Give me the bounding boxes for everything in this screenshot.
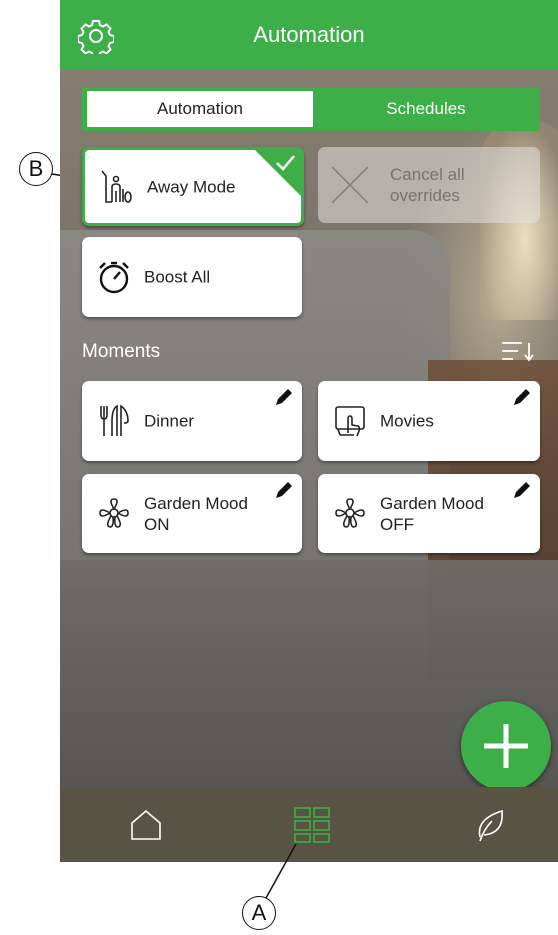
boost-all-label: Boost All — [144, 267, 211, 287]
callout-a: A — [242, 896, 276, 930]
plus-icon — [484, 724, 528, 768]
leaf-icon[interactable] — [470, 805, 510, 845]
flower-icon — [335, 497, 365, 528]
cancel-overrides-label: Cancel all overrides — [390, 164, 465, 205]
callout-b: B — [19, 152, 53, 186]
app-screen: Automation Automation Schedules Away Mod… — [60, 0, 558, 862]
moment-dinner-card[interactable]: Dinner — [82, 381, 302, 461]
app-header: Automation — [60, 0, 558, 70]
flower-icon — [99, 497, 129, 528]
screen-touch-icon — [335, 406, 365, 437]
pencil-icon[interactable] — [274, 387, 294, 407]
home-icon[interactable] — [126, 805, 166, 845]
pencil-icon[interactable] — [512, 387, 532, 407]
moments-title: Moments — [82, 341, 161, 362]
cutlery-icon — [100, 404, 129, 436]
stopwatch-icon — [99, 261, 129, 294]
away-mode-label: Away Mode — [147, 176, 236, 196]
callout-a-line — [265, 843, 297, 899]
segmented-control: Automation Schedules — [82, 87, 540, 131]
tab-automation[interactable]: Automation — [87, 91, 313, 127]
moment-garden-off-label: Garden Mood OFF — [380, 493, 484, 534]
moment-garden-on-label: Garden Mood ON — [144, 493, 248, 534]
pencil-icon[interactable] — [274, 480, 294, 500]
moment-movies-card[interactable]: Movies — [318, 381, 540, 461]
moment-garden-off-card[interactable]: Garden Mood OFF — [318, 474, 540, 553]
page-title: Automation — [253, 22, 365, 47]
moment-movies-label: Movies — [380, 411, 434, 431]
moment-garden-on-card[interactable]: Garden Mood ON — [82, 474, 302, 553]
grid-icon[interactable] — [292, 805, 332, 845]
add-button[interactable] — [461, 701, 551, 791]
boost-all-card[interactable]: Boost All — [82, 237, 302, 317]
away-mode-card[interactable]: Away Mode — [82, 147, 304, 226]
cancel-overrides-card[interactable]: Cancel all overrides — [318, 147, 540, 223]
away-person-icon — [101, 170, 132, 203]
sort-icon[interactable] — [500, 339, 536, 363]
moment-dinner-label: Dinner — [144, 411, 195, 431]
pencil-icon[interactable] — [512, 480, 532, 500]
check-icon — [276, 155, 295, 171]
tab-schedules[interactable]: Schedules — [315, 91, 537, 127]
cross-icon — [331, 166, 369, 204]
